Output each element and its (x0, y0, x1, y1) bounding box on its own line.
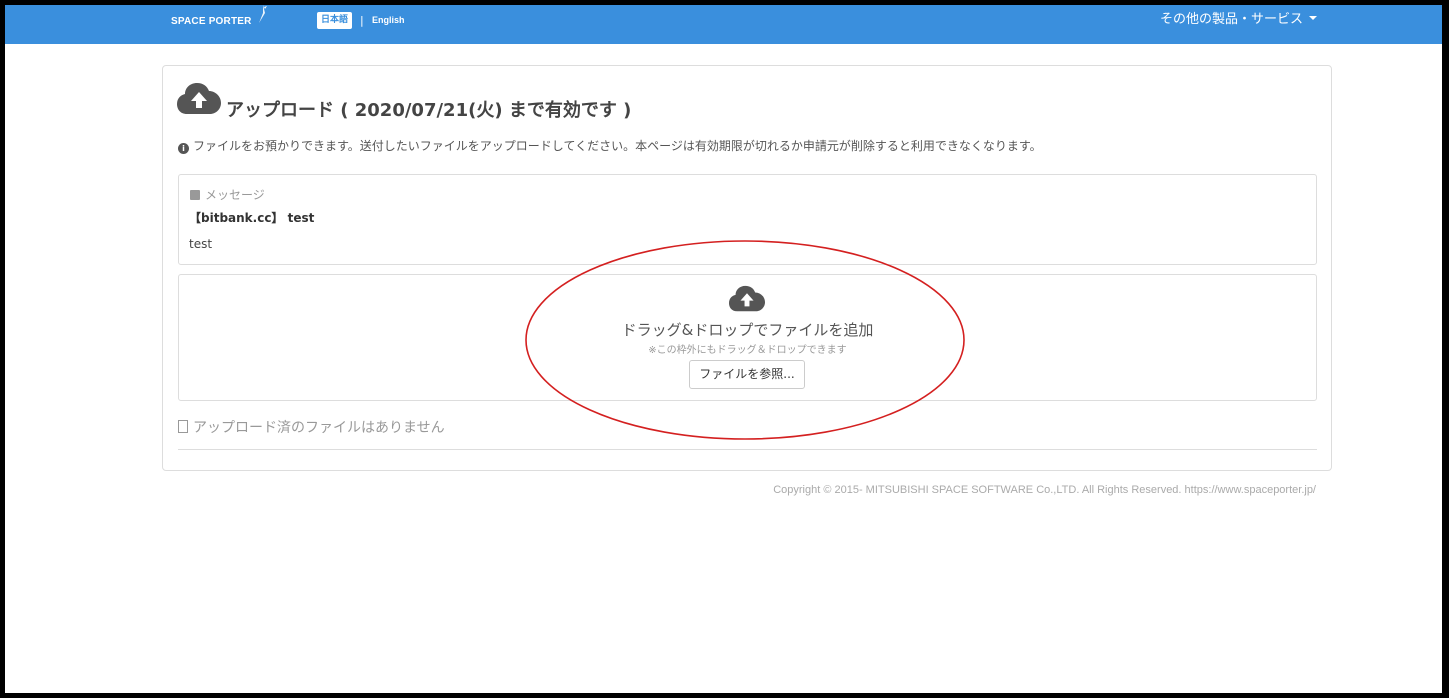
lang-english-link[interactable]: English (372, 12, 405, 29)
note-icon (190, 190, 200, 200)
caret-down-icon (1309, 16, 1317, 20)
red-ellipse-annotation (525, 240, 965, 440)
products-services-label: その他の製品・サービス (1159, 12, 1303, 27)
top-navbar: SPACE PORTER 日本語 | English その他の製品・サービス (5, 5, 1442, 44)
file-icon (178, 420, 188, 433)
notice-text: ファイルをお預かりできます。送付したいファイルをアップロードしてください。本ペー… (193, 139, 1042, 153)
message-body: test (189, 237, 213, 251)
brand-logo[interactable]: SPACE PORTER (171, 16, 252, 27)
browser-viewport: SPACE PORTER 日本語 | English その他の製品・サービス ア… (5, 5, 1442, 693)
products-services-menu[interactable]: その他の製品・サービス (1160, 11, 1317, 29)
message-subject: 【bitbank.cc】 test (189, 211, 315, 225)
files-divider (178, 449, 1317, 450)
brand-star-icon (259, 5, 267, 23)
page-title: アップロード ( 2020/07/21(火) まで有効です ) (226, 100, 632, 121)
message-label: メッセージ (190, 186, 265, 203)
lang-separator: | (360, 14, 364, 27)
lang-japanese-link[interactable]: 日本語 (317, 12, 353, 29)
uploaded-files-empty: アップロード済のファイルはありません (178, 417, 445, 437)
info-icon: i (178, 143, 189, 154)
uploaded-files-empty-text: アップロード済のファイルはありません (193, 420, 445, 436)
cloud-upload-icon (177, 83, 221, 114)
footer-copyright: Copyright © 2015- MITSUBISHI SPACE SOFTW… (773, 484, 1316, 496)
upload-notice: i ファイルをお預かりできます。送付したいファイルをアップロードしてください。本ペ… (178, 137, 1042, 154)
message-label-text: メッセージ (205, 188, 265, 202)
